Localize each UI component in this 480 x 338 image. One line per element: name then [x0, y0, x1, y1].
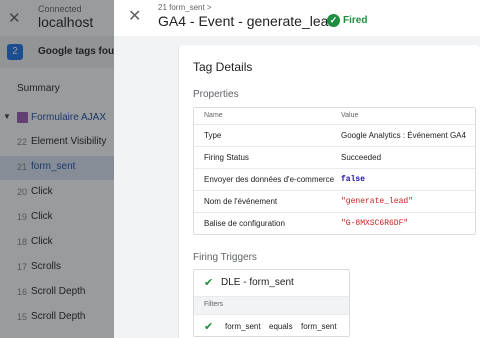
tag-detail-modal: ✕ 21 form_sent > GA4 - Event - generate_… — [114, 0, 480, 338]
modal-header: ✕ 21 form_sent > GA4 - Event - generate_… — [114, 0, 480, 36]
table-row: Type Google Analytics : Événement GA4 — [194, 124, 475, 146]
property-value: Google Analytics : Événement GA4 — [341, 131, 466, 140]
property-value: "generate_lead" — [341, 197, 414, 206]
table-row: Nom de l'événement "generate_lead" — [194, 190, 475, 212]
property-value: Succeeded — [341, 153, 382, 162]
property-name: Nom de l'événement — [204, 197, 278, 206]
check-icon: ✔ — [204, 277, 214, 289]
property-name: Envoyer des données d'e-commerce — [204, 175, 335, 184]
breadcrumb[interactable]: 21 form_sent > — [158, 3, 212, 12]
property-name: Balise de configuration — [204, 219, 285, 228]
filter-operator: equals — [269, 322, 293, 331]
left-panel: ✕ Connected localhost 2 Google tags foun… — [0, 0, 126, 338]
close-icon[interactable]: ✕ — [128, 6, 141, 26]
filter-row: ✔ form_sent equals form_sent — [194, 314, 349, 336]
property-value: false — [341, 175, 366, 184]
trigger-name: DLE - form_sent — [221, 277, 294, 288]
table-row: Firing Status Succeeded — [194, 146, 475, 168]
column-header-name: Name — [204, 112, 223, 119]
filters-header: Filters — [194, 296, 349, 314]
column-header-value: Value — [341, 112, 359, 119]
properties-title: Properties — [193, 89, 239, 100]
firing-triggers-title: Firing Triggers — [193, 252, 257, 263]
check-icon: ✔ — [204, 321, 214, 333]
filter-variable: form_sent — [225, 322, 261, 331]
table-row: Balise de configuration "G-8MXSC6R6DF" — [194, 212, 475, 234]
filter-value: form_sent — [301, 322, 337, 331]
filters-label: Filters — [204, 301, 224, 308]
modal-backdrop[interactable] — [0, 0, 114, 338]
card-title: Tag Details — [193, 60, 253, 74]
properties-table: Name Value Type Google Analytics : Événe… — [193, 107, 476, 235]
table-row: Envoyer des données d'e-commerce false — [194, 168, 475, 190]
modal-title: GA4 - Event - generate_lead — [158, 13, 337, 29]
property-name: Type — [204, 131, 222, 140]
check-circle-icon: ✓ — [327, 14, 340, 27]
property-name: Firing Status — [204, 153, 249, 162]
property-value: "G-8MXSC6R6DF" — [341, 219, 409, 228]
tag-details-card: Tag Details Properties Name Value Type G… — [179, 45, 480, 338]
table-header: Name Value — [194, 108, 475, 124]
trigger-card: ✔ DLE - form_sent Filters ✔ form_sent eq… — [193, 269, 350, 337]
status-label: Fired — [343, 15, 368, 26]
trigger-header[interactable]: ✔ DLE - form_sent — [194, 270, 349, 296]
